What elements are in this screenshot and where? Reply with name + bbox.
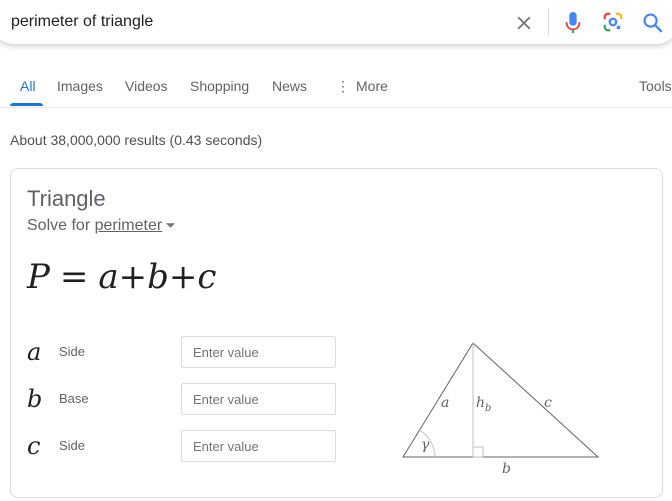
triangle-diagram: γ a hb c b xyxy=(402,342,600,477)
card-title: Triangle xyxy=(27,186,106,211)
formula-rhs: a+b+c xyxy=(98,257,217,297)
angle-gamma-label: γ xyxy=(421,437,430,453)
active-tab-indicator xyxy=(10,103,43,106)
search-tabs: All Images Videos Shopping News ⋮ More To… xyxy=(0,70,672,108)
variable-symbol: b xyxy=(27,385,43,413)
right-angle-marker xyxy=(472,446,484,458)
side-a-input[interactable] xyxy=(181,336,336,368)
perimeter-formula: P = a+b+c xyxy=(27,257,216,297)
tab-all[interactable]: All xyxy=(20,78,36,94)
tab-more-label: More xyxy=(356,78,388,94)
variable-label: Side xyxy=(59,344,86,359)
triangle-calculator-card: Triangle Solve for perimeter P = a+b+c a S… xyxy=(10,168,663,498)
close-icon[interactable] xyxy=(513,12,535,34)
search-divider xyxy=(548,9,549,36)
variable-label: Side xyxy=(59,438,86,453)
formula-equals: = xyxy=(59,257,89,297)
camera-lens-icon[interactable] xyxy=(602,11,624,33)
dropdown-caret-icon[interactable] xyxy=(166,223,176,229)
tab-more[interactable]: ⋮ More xyxy=(336,78,388,94)
triangle-shape xyxy=(402,342,600,458)
formula-lhs: P xyxy=(27,257,50,297)
height-letter: h xyxy=(476,395,485,411)
input-row-c: c Side xyxy=(27,430,347,462)
variable-label: Base xyxy=(59,391,89,406)
base-b-input[interactable] xyxy=(181,383,336,415)
tools-button[interactable]: Tools xyxy=(639,78,672,94)
variable-symbol: c xyxy=(27,432,41,460)
microphone-icon[interactable] xyxy=(562,10,584,36)
input-row-b: b Base xyxy=(27,383,347,415)
height-subscript: b xyxy=(485,403,491,414)
tab-shopping[interactable]: Shopping xyxy=(190,78,249,94)
search-input[interactable]: perimeter of triangle xyxy=(11,13,153,31)
search-icon[interactable] xyxy=(641,11,664,34)
tab-images[interactable]: Images xyxy=(57,78,103,94)
solve-for-label: Solve for xyxy=(27,217,91,234)
input-row-a: a Side xyxy=(27,336,347,368)
solve-for-row: Solve for perimeter xyxy=(27,217,176,235)
height-label: hb xyxy=(476,395,491,414)
result-stats: About 38,000,000 results (0.43 seconds) xyxy=(10,132,263,148)
tab-news[interactable]: News xyxy=(272,78,307,94)
base-b-label: b xyxy=(502,461,511,477)
side-c-input[interactable] xyxy=(181,430,336,462)
more-vert-icon: ⋮ xyxy=(336,78,350,94)
tab-videos[interactable]: Videos xyxy=(125,78,168,94)
side-c-label: c xyxy=(544,395,552,411)
solve-target-dropdown[interactable]: perimeter xyxy=(95,217,163,234)
tabs-divider xyxy=(0,107,672,108)
side-a-label: a xyxy=(441,395,449,411)
variable-symbol: a xyxy=(27,338,42,366)
